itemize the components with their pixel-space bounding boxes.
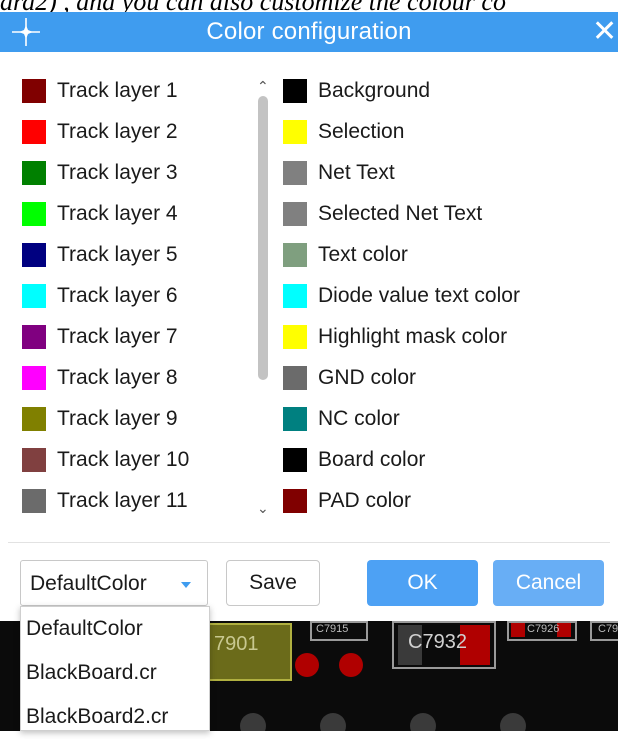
color-swatch[interactable]: [22, 324, 46, 349]
color-item-label: Board color: [318, 447, 426, 471]
color-item-board[interactable]: Board color: [283, 439, 520, 480]
color-swatch[interactable]: [283, 447, 307, 472]
color-item-label: Highlight mask color: [318, 324, 508, 348]
color-item-track-layer-11[interactable]: Track layer 11: [22, 480, 189, 521]
color-swatch[interactable]: [283, 78, 307, 103]
color-item-label: Selection: [318, 119, 405, 143]
color-item-track-layer-7[interactable]: Track layer 7: [22, 316, 189, 357]
color-item-selection[interactable]: Selection: [283, 111, 520, 152]
pcb-pad: [295, 653, 319, 677]
pcb-component-label: C7932: [408, 631, 467, 653]
dropdown-option-blackboard2[interactable]: BlackBoard2.cr: [21, 695, 209, 739]
color-swatch[interactable]: [22, 160, 46, 185]
color-item-track-layer-2[interactable]: Track layer 2: [22, 111, 189, 152]
color-item-label: NC color: [318, 406, 400, 430]
color-item-track-layer-6[interactable]: Track layer 6: [22, 275, 189, 316]
pcb-pad: [339, 653, 363, 677]
pcb-pad: [500, 713, 526, 731]
pcb-component-label: C79: [598, 623, 618, 635]
color-item-track-layer-3[interactable]: Track layer 3: [22, 152, 189, 193]
color-item-track-layer-5[interactable]: Track layer 5: [22, 234, 189, 275]
color-item-track-layer-10[interactable]: Track layer 10: [22, 439, 189, 480]
cancel-button[interactable]: Cancel: [493, 560, 604, 606]
color-item-label: Track layer 7: [57, 324, 178, 348]
color-swatch[interactable]: [22, 447, 46, 472]
pcb-pad: [240, 713, 266, 731]
color-swatch[interactable]: [283, 283, 307, 308]
dropdown-option-defaultcolor[interactable]: DefaultColor: [21, 607, 209, 651]
color-item-label: Track layer 2: [57, 119, 178, 143]
color-item-label: Track layer 10: [57, 447, 190, 471]
caret-down-icon: [181, 582, 191, 588]
pcb-component-label: C7915: [316, 623, 349, 635]
pcb-pad: [511, 623, 525, 637]
color-item-label: Track layer 6: [57, 283, 178, 307]
color-item-label: Net Text: [318, 160, 395, 184]
color-swatch[interactable]: [22, 119, 46, 144]
color-item-label: Track layer 5: [57, 242, 178, 266]
color-swatch[interactable]: [283, 201, 307, 226]
color-item-label: GND color: [318, 365, 417, 389]
color-item-label: Track layer 4: [57, 201, 178, 225]
color-item-diode-value-text[interactable]: Diode value text color: [283, 275, 520, 316]
color-item-background[interactable]: Background: [283, 70, 520, 111]
scroll-down-icon[interactable]: ⌄: [257, 500, 269, 517]
color-item-label: Diode value text color: [318, 283, 520, 307]
save-button[interactable]: Save: [226, 560, 320, 606]
close-icon[interactable]: ✕: [592, 14, 618, 50]
scroll-up-icon[interactable]: ⌃: [257, 78, 269, 95]
color-swatch[interactable]: [283, 119, 307, 144]
color-swatch[interactable]: [22, 78, 46, 103]
display-color-list: Background Selection Net Text Selected N…: [283, 70, 520, 521]
color-item-nc[interactable]: NC color: [283, 398, 520, 439]
color-scheme-dropdown: DefaultColor BlackBoard.cr BlackBoard2.c…: [20, 606, 210, 731]
color-scheme-select[interactable]: DefaultColor: [20, 560, 208, 606]
color-swatch[interactable]: [22, 488, 46, 513]
pcb-component-label: 7901: [214, 633, 259, 655]
color-item-label: Track layer 8: [57, 365, 178, 389]
color-item-gnd[interactable]: GND color: [283, 357, 520, 398]
dialog-title: Color configuration: [206, 18, 412, 45]
pcb-pad: [410, 713, 436, 731]
footer-divider: [8, 542, 610, 543]
color-item-label: Track layer 11: [57, 488, 188, 512]
color-item-net-text[interactable]: Net Text: [283, 152, 520, 193]
color-item-label: Track layer 1: [57, 78, 178, 102]
color-item-label: Background: [318, 78, 431, 102]
color-swatch[interactable]: [22, 283, 46, 308]
color-item-track-layer-9[interactable]: Track layer 9: [22, 398, 189, 439]
scrollbar-thumb[interactable]: [258, 96, 268, 380]
color-item-selected-net-text[interactable]: Selected Net Text: [283, 193, 520, 234]
color-swatch[interactable]: [22, 242, 46, 267]
color-swatch[interactable]: [283, 242, 307, 267]
color-swatch[interactable]: [283, 324, 307, 349]
dropdown-option-blackboard[interactable]: BlackBoard.cr: [21, 651, 209, 695]
color-item-label: PAD color: [318, 488, 411, 512]
color-item-text-color[interactable]: Text color: [283, 234, 520, 275]
color-scheme-value: DefaultColor: [30, 572, 147, 595]
color-item-pad[interactable]: PAD color: [283, 480, 520, 521]
color-item-track-layer-8[interactable]: Track layer 8: [22, 357, 189, 398]
ok-button[interactable]: OK: [367, 560, 478, 606]
color-swatch[interactable]: [283, 406, 307, 431]
color-swatch[interactable]: [22, 365, 46, 390]
color-item-track-layer-1[interactable]: Track layer 1: [22, 70, 189, 111]
color-swatch[interactable]: [22, 406, 46, 431]
color-item-track-layer-4[interactable]: Track layer 4: [22, 193, 189, 234]
color-swatch[interactable]: [283, 365, 307, 390]
pcb-component-label: C7926: [527, 623, 560, 635]
color-swatch[interactable]: [283, 160, 307, 185]
color-item-label: Selected Net Text: [318, 201, 483, 225]
color-item-label: Track layer 3: [57, 160, 178, 184]
color-item-highlight-mask[interactable]: Highlight mask color: [283, 316, 520, 357]
color-swatch[interactable]: [283, 488, 307, 513]
color-item-label: Text color: [318, 242, 408, 266]
track-layer-color-list: Track layer 1 Track layer 2 Track layer …: [22, 70, 189, 521]
pcb-pad: [320, 713, 346, 731]
title-bar: Color configuration ✕: [0, 12, 618, 52]
color-item-label: Track layer 9: [57, 406, 178, 430]
color-swatch[interactable]: [22, 201, 46, 226]
